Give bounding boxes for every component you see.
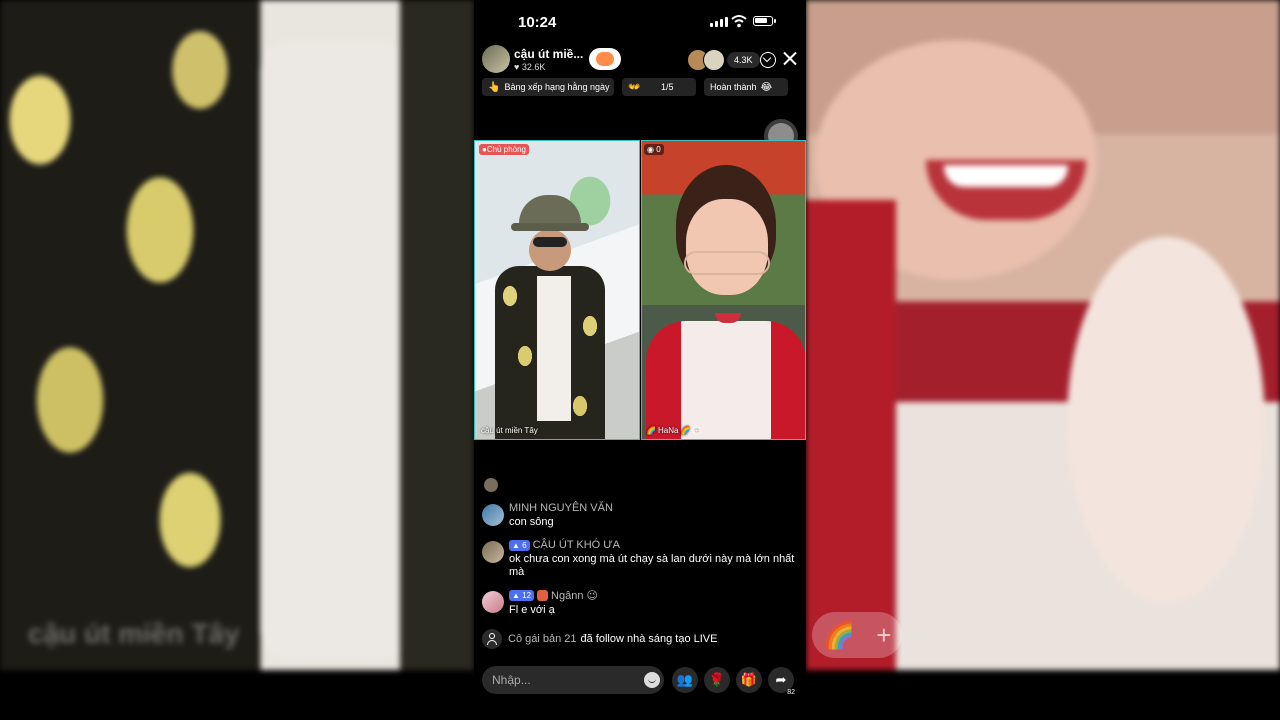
chat-message: ▲ 12 Ngânn 😉 Fl e với ạ (482, 589, 800, 617)
heart-badge-icon (596, 52, 615, 66)
rainbow-icon: 🌈 (680, 426, 691, 435)
chat-feed: MINH NGUYÊN VĂN con sông ▲ 6 CẬU ÚT KHÓ … (482, 478, 800, 649)
background-right-blur (806, 0, 1280, 670)
avatar[interactable] (482, 504, 504, 526)
rainbow-icon: 🌈 (822, 619, 855, 650)
share-count: 82 (787, 689, 795, 696)
rose-icon: 🌹 (708, 672, 726, 687)
host-name: cậu út miề... (514, 46, 584, 61)
host-likes: ♥ 32.6K (514, 61, 546, 72)
fan-badge-icon (537, 590, 549, 601)
chat-text: con sông (509, 516, 554, 528)
follow-notice: Cô gái bản 21 đã follow nhà sáng tạo LIV… (482, 629, 800, 649)
signal-icon (710, 17, 728, 27)
level-badge: ▲ 12 (509, 590, 535, 601)
follow-button[interactable] (589, 48, 622, 70)
emoji-picker-icon[interactable] (644, 672, 660, 688)
viewer-count[interactable]: 4.3K (727, 52, 760, 68)
chat-message: ▲ 6 CẬU ÚT KHÓ ƯA ok chưa con xong mà út… (482, 539, 800, 579)
wifi-icon (731, 15, 747, 28)
completed-pill[interactable]: Hoàn thành 😂 (704, 78, 788, 96)
viewer-avatar[interactable] (703, 49, 725, 71)
gift-button[interactable]: 🎁 (736, 667, 762, 693)
collapse-icon[interactable] (760, 52, 776, 68)
chat-text: Fl e với ạ (509, 604, 555, 616)
guest-video-pane[interactable]: ◉ 0 🌈 HaNa 🌈 + (641, 140, 806, 440)
rainbow-icon: 🌈 (646, 426, 656, 435)
person-icon (482, 629, 502, 649)
plus-icon: + (876, 619, 892, 650)
treasure-icon: 👐 (628, 81, 641, 93)
level-badge: ▲ 6 (509, 539, 530, 551)
host-video-pane[interactable]: ●Chủ phòng cậu út miền Tây (474, 140, 640, 440)
host-badge: ●Chủ phòng (479, 144, 529, 155)
share-icon: ➦ (775, 672, 787, 687)
status-time: 10:24 (518, 14, 557, 31)
background-left-blur: cậu út miền Tây (0, 0, 474, 670)
chat-username[interactable]: Ngânn (551, 590, 583, 602)
live-stream-screen: 10:24 cậu út miề... ♥ 32.6K 4.3K 👆 Bảng … (474, 0, 806, 720)
task-progress-pill[interactable]: 👐 1/5 (622, 78, 696, 96)
chat-username[interactable]: MINH NGUYÊN VĂN (509, 502, 613, 514)
guest-score-badge: ◉ 0 (644, 144, 664, 155)
info-pills: 👆 Bảng xếp hạng hằng ngày 👐 1/5 Hoàn thà… (482, 78, 788, 96)
wink-emoji-icon: 😉 (586, 590, 598, 602)
laughing-emoji-icon: 😂 (760, 81, 773, 93)
chat-username[interactable]: CẬU ÚT KHÓ ƯA (533, 539, 620, 551)
battery-icon (753, 16, 776, 26)
host-avatar[interactable] (482, 45, 510, 73)
close-icon[interactable] (783, 51, 797, 65)
status-bar: 10:24 (474, 0, 806, 44)
avatar[interactable] (482, 541, 504, 563)
rose-gift-button[interactable]: 🌹 (704, 667, 730, 693)
viewer-list[interactable]: 4.3K (687, 49, 760, 71)
gift-icon: 🎁 (740, 672, 758, 687)
background-ghost-pill: 🌈 + (812, 612, 902, 658)
background-watermark: cậu út miền Tây (28, 618, 240, 649)
daily-ranking-pill[interactable]: 👆 Bảng xếp hạng hằng ngày (482, 78, 614, 96)
chat-message: MINH NGUYÊN VĂN con sông (482, 502, 800, 529)
host-pane-name: cậu út miền Tây (481, 426, 538, 435)
pointing-hand-icon: 👆 (488, 81, 501, 93)
notice-username[interactable]: Cô gái bản 21 (508, 633, 577, 645)
guests-button[interactable]: 👥 (672, 667, 698, 693)
guests-icon: 👥 (676, 672, 694, 687)
avatar[interactable] (482, 591, 504, 613)
share-button[interactable]: ➦ 82 (768, 667, 795, 696)
guest-pane-name[interactable]: 🌈 HaNa 🌈 + (646, 426, 702, 435)
score-icon: ◉ (647, 145, 654, 154)
add-guest-icon[interactable]: + (692, 426, 702, 435)
notice-text: đã follow nhà sáng tạo LIVE (580, 633, 718, 645)
chat-text: ok chưa con xong mà út chạy sà lan dưới … (509, 553, 795, 578)
host-info[interactable]: cậu út miề... ♥ 32.6K (482, 45, 622, 73)
bottom-bar: 👥 🌹 🎁 ➦ 82 (482, 666, 802, 696)
emoji-icon (484, 478, 498, 492)
comment-input[interactable] (482, 666, 664, 694)
